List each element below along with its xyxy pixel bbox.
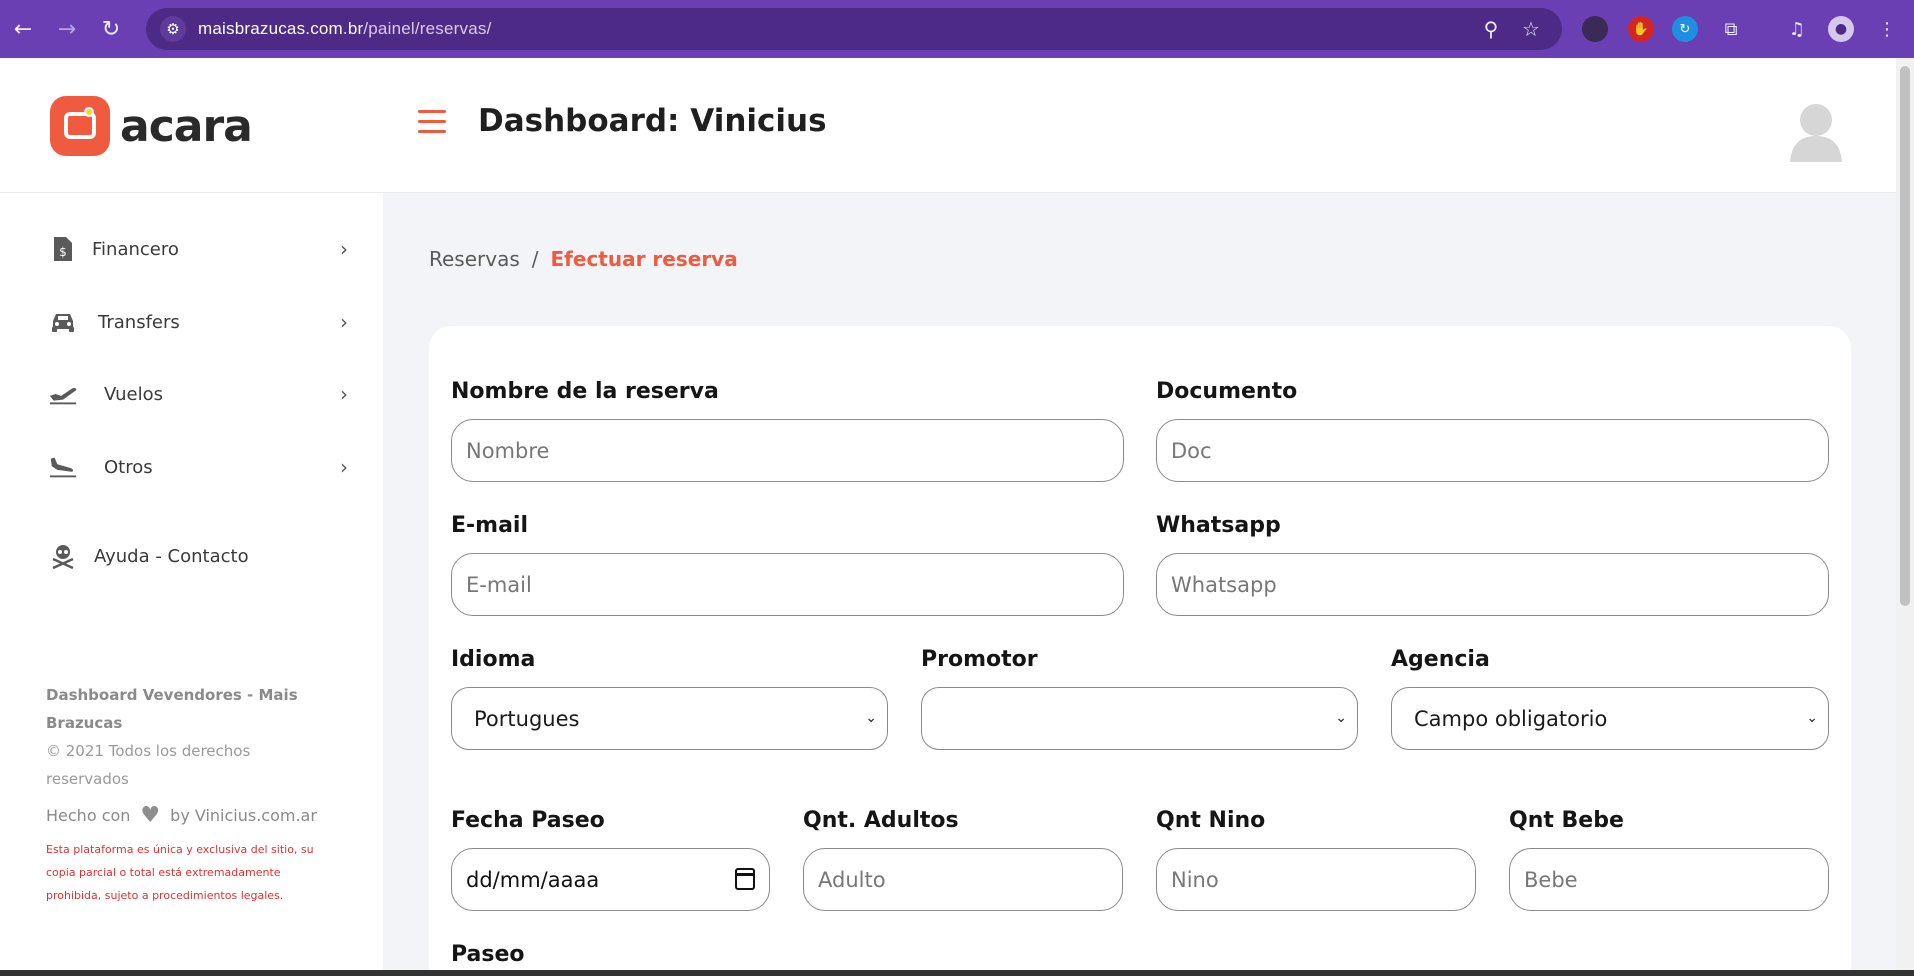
media-control-icon[interactable]: ♫ [1784,16,1810,42]
chevron-right-icon: › [340,237,348,261]
browser-menu-icon[interactable]: ⋮ [1874,16,1900,42]
skull-crossbones-icon [48,541,78,571]
legal-notice: Esta plataforma es única y exclusiva del… [46,843,314,902]
chevron-down-icon: ⌄ [1806,710,1818,726]
sidebar-item-vuelos[interactable]: Vuelos › [48,374,348,414]
sync-extension-icon[interactable]: ↻ [1672,16,1698,42]
main-content: Reservas / Efectuar reserva Nombre de la… [383,193,1896,976]
paseo-label: Paseo [451,942,525,967]
zoom-icon[interactable]: ⚲ [1478,16,1504,42]
profile-avatar-icon[interactable]: ● [1828,16,1854,42]
top-header: acara Dashboard: Vinicius [0,58,1896,193]
scrollbar-thumb[interactable] [1900,66,1910,606]
invoice-icon: $ [48,234,78,264]
logo[interactable]: acara [50,96,253,156]
back-icon[interactable]: ← [6,12,40,46]
idioma-select[interactable]: Portugues ⌄ [451,687,888,750]
sidebar-item-ayuda-contacto[interactable]: Ayuda - Contacto [48,536,348,576]
email-input[interactable] [451,553,1124,616]
made-with-suffix[interactable]: by Vinicius.com.ar [170,806,317,825]
nino-input[interactable] [1156,848,1476,911]
page: acara Dashboard: Vinicius $ Financero › … [0,58,1896,976]
whatsapp-label: Whatsapp [1156,513,1281,538]
logo-text: acara [120,100,253,152]
nombre-label: Nombre de la reserva [451,379,719,404]
site-settings-icon[interactable]: ⚙ [160,16,186,42]
fecha-paseo-label: Fecha Paseo [451,808,605,833]
hamburger-menu-icon[interactable] [418,110,446,140]
sidebar-item-otros[interactable]: Otros › [48,447,348,487]
help-contact-label: Ayuda - Contacto [94,545,249,567]
sidebar-item-label: Vuelos [104,383,163,405]
agencia-label: Agencia [1391,647,1490,672]
browser-toolbar: ← → ↻ ⚙ maisbrazucas.com.br/painel/reser… [0,0,1914,58]
email-label: E-mail [451,513,529,538]
sidebar-footer: Dashboard Vevendores - Mais Brazucas © 2… [46,681,336,907]
breadcrumb-reservas[interactable]: Reservas [429,247,520,271]
sidebar-item-transfers[interactable]: Transfers › [48,302,348,342]
nombre-input[interactable] [451,419,1124,482]
sidebar-item-label: Otros [104,456,153,478]
adultos-label: Qnt. Adultos [803,808,959,833]
user-avatar-icon[interactable] [1788,100,1844,162]
breadcrumb-separator: / [531,247,539,271]
fecha-paseo-input[interactable]: dd/mm/aaaa [451,848,770,911]
heart-icon: ♥ [140,803,161,828]
page-scrollbar[interactable] [1896,58,1914,976]
sidebar-item-label: Transfers [98,311,180,333]
chevron-down-icon: ⌄ [1335,710,1347,726]
chevron-down-icon: ⌄ [865,710,877,726]
plane-landing-icon [48,452,78,482]
logo-icon [50,96,110,156]
car-icon [48,307,78,337]
whatsapp-input[interactable] [1156,553,1829,616]
agencia-selected-value: Campo obligatorio [1414,706,1608,731]
breadcrumb: Reservas / Efectuar reserva [429,247,738,271]
sidebar: $ Financero › Transfers › Vuelos › Otros… [0,193,383,976]
page-title: Dashboard: Vinicius [478,103,827,139]
bebe-input[interactable] [1509,848,1829,911]
documento-label: Documento [1156,379,1298,404]
footer-title: Dashboard Vevendores - Mais Brazucas [46,686,298,732]
reservation-form-card: Nombre de la reserva Documento E-mail Wh… [429,326,1851,976]
address-bar[interactable]: ⚙ maisbrazucas.com.br/painel/reservas/ ⚲… [146,8,1562,50]
idioma-label: Idioma [451,647,536,672]
nino-label: Qnt Nino [1156,808,1266,833]
sidebar-item-financero[interactable]: $ Financero › [48,229,348,269]
url-text: maisbrazucas.com.br/painel/reservas/ [198,19,492,39]
reload-icon[interactable]: ↻ [94,12,128,46]
forward-icon[interactable]: → [50,12,84,46]
breadcrumb-current: Efectuar reserva [550,247,738,271]
sidebar-item-label: Financero [92,238,179,260]
idioma-selected-value: Portugues [474,706,580,731]
footer-copyright: © 2021 Todos los derechos reservados [46,742,251,788]
adblock-extension-icon[interactable]: ✋ [1628,16,1654,42]
extensions-puzzle-icon[interactable]: ⧉ [1718,16,1744,42]
extension-icon[interactable]: ● [1582,16,1608,42]
chevron-right-icon: › [340,382,348,406]
url-domain: maisbrazucas.com.br [198,19,364,38]
bebe-label: Qnt Bebe [1509,808,1624,833]
calendar-icon[interactable] [735,868,755,890]
bottom-edge [0,970,1914,976]
chevron-right-icon: › [340,310,348,334]
url-path: /painel/reservas/ [363,19,492,38]
footer-made-with: Hecho con ♥ by Vinicius.com.ar [46,803,336,828]
promotor-select[interactable]: ⌄ [921,687,1358,750]
documento-input[interactable] [1156,419,1829,482]
svg-text:$: $ [59,245,67,259]
fecha-paseo-value: dd/mm/aaaa [466,867,600,892]
plane-takeoff-icon [48,379,78,409]
agencia-select[interactable]: Campo obligatorio ⌄ [1391,687,1829,750]
chevron-right-icon: › [340,455,348,479]
adultos-input[interactable] [803,848,1123,911]
promotor-label: Promotor [921,647,1038,672]
made-with-prefix: Hecho con [46,806,131,825]
bookmark-star-icon[interactable]: ☆ [1518,16,1544,42]
